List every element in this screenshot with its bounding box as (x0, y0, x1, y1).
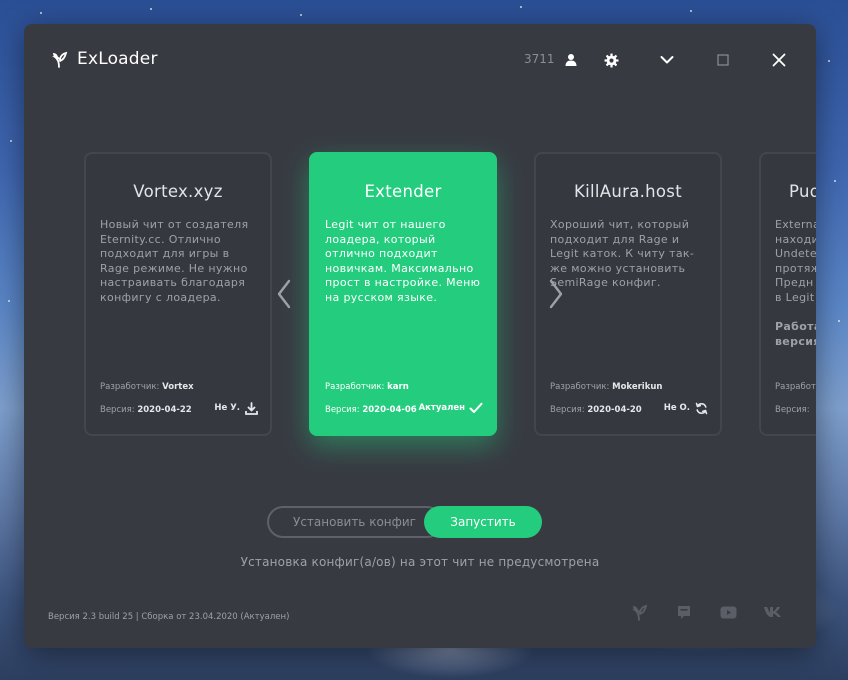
version-label: Версия: (775, 405, 810, 415)
version-value: 2020-04-20 (587, 405, 642, 415)
version-label: Версия: (550, 405, 585, 415)
developer-name: karn (387, 382, 409, 392)
cheat-card-pud[interactable]: Pud Externa находи Undete протяж Предн в… (759, 152, 816, 436)
card-version: Версия: 2020-04-22 (100, 405, 192, 415)
card-description: Legit чит от нашего лоадера, который отл… (325, 218, 481, 304)
card-description: Новый чит от создателя Eternity.cc. Отли… (100, 218, 249, 304)
card-title: Extender (364, 182, 442, 201)
card-developer: Разработчик: Vortex (100, 382, 194, 392)
card-status[interactable]: Не О. (664, 401, 708, 415)
next-arrow[interactable] (546, 276, 566, 312)
developer-label: Разработчик: (100, 382, 160, 392)
card-developer: Разработ (775, 382, 816, 392)
developer-label: Разработчик: (550, 382, 610, 392)
footer-version: Версия 2.3 build 25 | Сборка от 23.04.20… (48, 612, 290, 622)
card-version: Версия: 2020-04-06 (325, 405, 417, 415)
card-developer: Разработчик: Mokerikun (550, 382, 662, 392)
developer-name: Mokerikun (612, 382, 663, 392)
card-description: Externa находи Undete протяж Предн в Leg… (775, 218, 816, 304)
card-title: Pud (789, 182, 816, 201)
cheat-card-extender[interactable]: Extender Legit чит от нашего лоадера, ко… (309, 152, 497, 436)
card-version: Версия: (775, 405, 810, 415)
refresh-icon[interactable] (694, 401, 708, 415)
version-label: Версия: (325, 405, 360, 415)
developer-label: Разработчик: (325, 382, 385, 392)
card-version: Версия: 2020-04-20 (550, 405, 642, 415)
config-notice: Установка конфиг(а/ов) на этот чит не пр… (240, 555, 600, 569)
card-title: Vortex.xyz (133, 182, 223, 201)
sprout-icon[interactable] (629, 602, 649, 622)
prev-arrow[interactable] (274, 276, 294, 312)
cheat-carousel: Vortex.xyz Новый чит от создателя Eterni… (24, 24, 816, 484)
chat-icon[interactable] (674, 602, 694, 622)
vk-icon[interactable] (762, 602, 782, 622)
download-icon[interactable] (244, 401, 258, 415)
card-title: KillAura.host (574, 182, 682, 201)
card-description-extra: Работа версия (775, 320, 816, 348)
status-text: Актуален (418, 403, 465, 413)
check-icon (469, 401, 483, 415)
launch-button[interactable]: Запустить (424, 506, 542, 538)
version-label: Версия: (100, 405, 135, 415)
card-developer: Разработчик: karn (325, 382, 409, 392)
install-config-button[interactable]: Установить конфиг (267, 506, 443, 538)
card-description: Хороший чит, который подходит для Rage и… (550, 218, 695, 289)
status-text: Не О. (663, 403, 690, 413)
status-text: Не У. (214, 403, 240, 413)
cheat-card-vortex[interactable]: Vortex.xyz Новый чит от создателя Eterni… (84, 152, 272, 436)
card-status: Актуален (419, 401, 483, 415)
developer-label: Разработ (775, 382, 816, 392)
version-value: 2020-04-22 (137, 405, 192, 415)
youtube-icon[interactable] (718, 602, 738, 622)
app-window: ExLoader 3711 Vortex.xyz Новый чит от со… (24, 24, 816, 648)
version-value: 2020-04-06 (362, 405, 417, 415)
card-status[interactable]: Не У. (214, 401, 258, 415)
developer-name: Vortex (162, 382, 194, 392)
